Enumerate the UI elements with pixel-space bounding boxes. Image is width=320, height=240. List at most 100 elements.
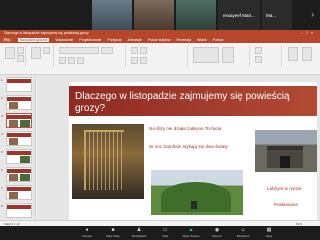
font-size-select[interactable] [101,47,113,54]
title-banner: Dlaczego w listopadzie zajmujemy się pow… [69,86,317,116]
button-label: Apps [265,234,273,238]
font-name-select[interactable] [59,47,99,54]
slide-thumbnail[interactable] [6,203,32,218]
editing-group [252,45,282,67]
text-line-1[interactable]: Na ślizy nie działa zaklęcie To-faola [149,126,221,131]
share-screen-button[interactable]: ▲ Share Screen [178,227,204,239]
font-group [56,45,126,67]
dictate-icon[interactable] [288,47,298,61]
underline-icon[interactable] [77,57,84,64]
button-label: Chat [162,234,168,238]
participant-video-tile[interactable]: Ma... [262,0,292,30]
copy-icon[interactable] [17,55,24,62]
chevron-right-icon[interactable]: › [311,10,314,19]
cut-icon[interactable] [17,47,24,54]
zoom-video-strip: essayeef Mari... Ma... › [0,0,320,30]
chat-button[interactable]: ▭ Chat [152,227,178,239]
voice-group [284,45,318,67]
italic-icon[interactable] [68,57,75,64]
microphone-icon: ● [85,227,89,233]
participants-icon: ♟ [136,227,142,233]
start-video-button[interactable]: ■ Start Video [100,227,126,239]
layout-icon[interactable] [43,47,50,54]
harp-image[interactable] [72,124,144,199]
text-line-4[interactable]: Posłaniania [274,202,298,207]
slides-group [28,45,54,67]
align-center-icon[interactable] [140,57,147,64]
new-slide-icon[interactable] [31,47,41,59]
stone-monument-image[interactable] [255,130,317,172]
tab-file[interactable]: Plik [2,38,12,42]
slide-number: 2 [1,96,3,100]
share-screen-icon: ▲ [188,227,194,233]
slide-number: 8 [1,204,3,208]
button-label: Unmute [82,234,92,238]
window-controls[interactable]: –□× [301,30,320,37]
slide-thumbnail[interactable] [6,185,32,200]
bold-icon[interactable] [59,57,66,64]
bullets-icon[interactable] [131,47,138,54]
zoom-toolbar: ● Unmute ■ Start Video ♟ Participants ▭ Chat… [0,226,320,240]
record-icon: ◉ [214,227,220,233]
tab-animations[interactable]: Animacje [128,38,142,42]
shapes-gallery[interactable] [193,47,219,63]
slide-thumbnail[interactable] [6,77,32,92]
tab-slideshow[interactable]: Pokaz slajdów [148,38,170,42]
slide-canvas[interactable]: Dlaczego w listopadzie zajmujemy się pow… [37,75,320,222]
slide-number: 6 [1,168,3,172]
tab-design[interactable]: Projektowanie [79,38,101,42]
find-icon[interactable] [255,47,262,54]
text-line-3[interactable]: Labirynt w rzezie [267,186,301,191]
chat-icon: ▭ [162,227,168,233]
tab-view[interactable]: Widok [197,38,207,42]
window-title: Dlaczego w listopadzie zajmujemy się pow… [4,31,89,35]
screen: essayeef Mari... Ma... › Dlaczego w list… [0,0,320,240]
burial-mound-image[interactable] [151,170,243,215]
align-left-icon[interactable] [131,57,138,64]
replace-icon[interactable] [255,56,262,63]
tab-home[interactable]: Narzędzia główne [17,38,50,42]
arrange-icon[interactable] [222,47,234,63]
slide-thumbnail[interactable] [6,149,32,164]
participant-video-tile[interactable] [92,0,132,30]
slide-number: 4 [1,132,3,136]
clipboard-group [2,45,26,67]
slide-number: 5 [1,150,3,154]
video-camera-icon: ■ [111,227,115,233]
numbering-icon[interactable] [140,47,147,54]
button-label: Start Video [106,234,120,238]
apps-button[interactable]: ▦ Apps [256,227,282,239]
paragraph-group [128,45,188,67]
slide[interactable]: Dlaczego w listopadzie zajmujemy się pow… [69,82,317,222]
slide-thumbnail[interactable] [6,95,32,110]
unmute-button[interactable]: ● Unmute [74,227,100,239]
record-button[interactable]: ◉ Record [204,227,230,239]
reactions-button[interactable]: ☺ Reactions [230,227,256,239]
slide-thumbnail[interactable] [6,131,32,146]
title-bar: Dlaczego w listopadzie zajmujemy się pow… [0,30,320,37]
participants-button[interactable]: ♟ Participants [126,227,152,239]
slide-title[interactable]: Dlaczego w listopadzie zajmujemy się pow… [75,91,317,115]
participant-video-tile[interactable]: essayeef Mari... [218,0,260,30]
slide-number: 3 [1,114,3,118]
reactions-icon: ☺ [240,227,246,233]
tab-review[interactable]: Recenzja [176,38,191,42]
tab-help[interactable]: Pomoc [213,38,224,42]
slide-number: 1 [1,78,3,82]
button-label: Participants [131,234,147,238]
button-label: Reactions [236,234,250,238]
slide-thumbnail-pane: 1 2 3 4 5 6 7 8 [0,75,36,220]
text-line-2[interactable]: W noc Samhain stykają się dwa światy [149,144,228,149]
slide-thumbnail[interactable] [6,167,32,182]
participant-video-tile[interactable] [134,0,174,30]
participant-video-tile[interactable] [176,0,216,30]
tab-insert[interactable]: Wstawianie [55,38,73,42]
slide-thumbnail-selected[interactable] [6,113,32,128]
apps-icon: ▦ [266,227,272,233]
participant-name: essayeef Mari... [223,13,255,18]
tab-transitions[interactable]: Przejścia [107,38,121,42]
designer-icon[interactable] [302,47,312,61]
drawing-group [190,45,250,67]
button-label: Share Screen [182,234,200,238]
paste-icon[interactable] [5,47,15,59]
